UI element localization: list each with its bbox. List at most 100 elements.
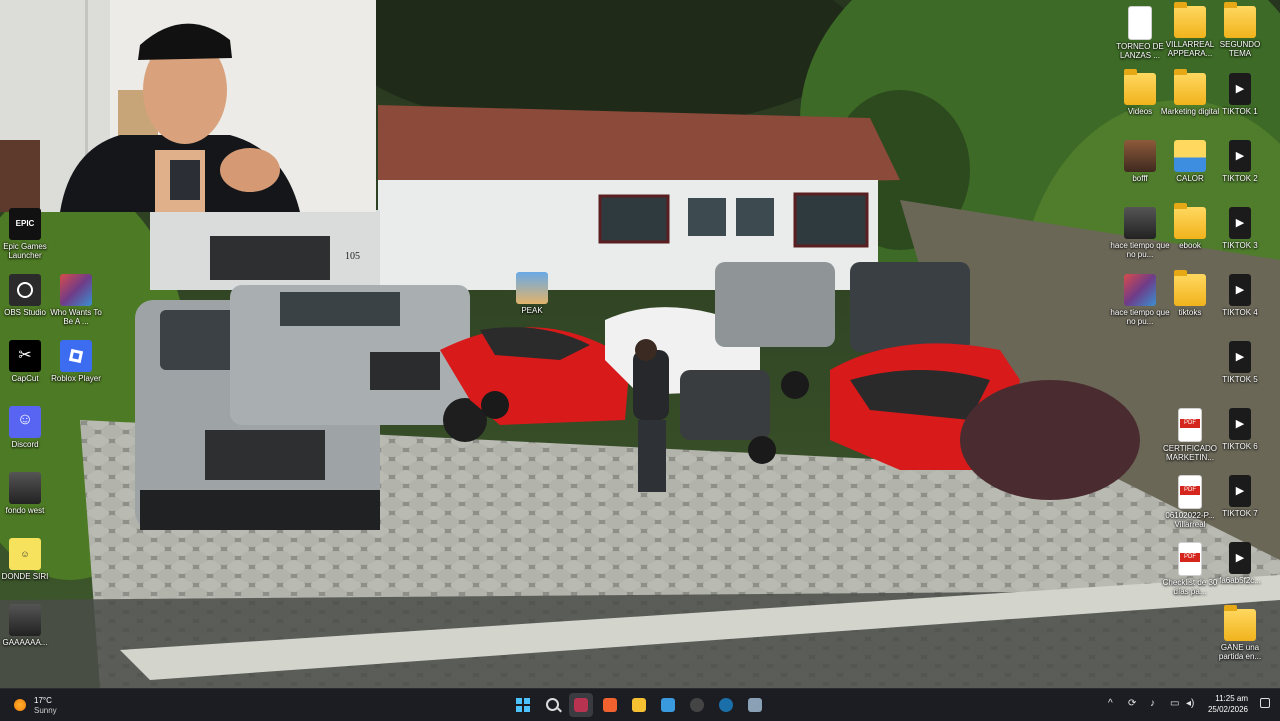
desktop-icon-label: Who Wants To Be A ... <box>50 308 102 326</box>
desktop-icon-label: GANE una partida en... <box>1218 643 1262 661</box>
tray-overflow-chevron[interactable]: ^ <box>1108 697 1113 711</box>
desktop-icon-peak[interactable]: PEAK <box>502 272 562 315</box>
obs-icon <box>9 274 41 306</box>
svg-text:105: 105 <box>345 251 360 262</box>
desktop-icon-tiktok-6[interactable]: TIKTOK 6 <box>1210 408 1270 451</box>
desktop-icon-label: TIKTOK 6 <box>1222 442 1258 451</box>
image-file-icon: ☺ <box>9 538 41 570</box>
desktop-icon-label: TIKTOK 2 <box>1222 174 1258 183</box>
desktop-icon-label: SEGUNDO TEMA <box>1219 40 1261 58</box>
desktop-icon-tiktok-4[interactable]: TIKTOK 4 <box>1210 274 1270 317</box>
desktop-icon-discord[interactable]: Discord <box>0 406 55 449</box>
capcut-icon: ✂ <box>9 340 41 372</box>
video-file-icon <box>1229 341 1251 373</box>
video-file-icon <box>1229 408 1251 440</box>
brave-icon <box>603 698 617 712</box>
desktop-icon-label: fondo west <box>5 506 45 515</box>
folder-icon <box>1224 605 1256 641</box>
sun-icon <box>14 699 26 711</box>
image-file-icon <box>1124 207 1156 239</box>
folder-icon <box>1224 2 1256 38</box>
taskbar-app-active[interactable] <box>569 693 593 717</box>
image-file-icon <box>9 472 41 504</box>
clock[interactable]: 11:25 am 25/02/2026 <box>1208 693 1248 715</box>
document-icon <box>1128 6 1152 40</box>
epic-games-icon: EPIC <box>9 208 41 240</box>
desktop-icon-label: PEAK <box>521 306 543 315</box>
desktop-icon-donde-siri[interactable]: ☺ DONDE SIRI <box>0 538 55 581</box>
roblox-icon <box>60 340 92 372</box>
folder-icon <box>632 698 646 712</box>
pdf-icon <box>1178 542 1202 576</box>
desktop-icon-gane-una-partida[interactable]: GANE una partida en... <box>1210 605 1270 661</box>
desktop-icon-tiktok-3[interactable]: TIKTOK 3 <box>1210 207 1270 250</box>
pdf-icon <box>1178 475 1202 509</box>
desktop-icon-label: DONDE SIRI <box>1 572 49 581</box>
search-icon <box>546 698 559 711</box>
discord-icon <box>9 406 41 438</box>
desktop-icon-segundo-tema[interactable]: SEGUNDO TEMA <box>1210 2 1270 58</box>
taskbar-app-obs[interactable] <box>685 693 709 717</box>
desktop-icon-epic-games[interactable]: EPIC Epic Games Launcher <box>0 208 55 260</box>
folder-icon <box>1124 69 1156 105</box>
image-file-icon <box>1124 140 1156 172</box>
video-file-icon <box>1229 207 1251 239</box>
desktop-icon-who-wants[interactable]: Who Wants To Be A ... <box>46 274 106 326</box>
desktop-icon-label: fa6ab5f2c... <box>1219 576 1261 585</box>
game-thumbnail-icon <box>60 274 92 306</box>
network-icon[interactable]: ▭ <box>1170 697 1179 711</box>
start-button[interactable] <box>511 693 535 717</box>
windows-start-icon <box>516 698 530 712</box>
desktop-icon-fa6ab5f2c[interactable]: fa6ab5f2c... <box>1210 542 1270 585</box>
app-icon <box>574 698 588 712</box>
microphone-icon[interactable]: ♪ <box>1150 697 1155 711</box>
desktop-icon-tiktok-1[interactable]: TIKTOK 1 <box>1210 73 1270 116</box>
desktop-icon-tiktok-2[interactable]: TIKTOK 2 <box>1210 140 1270 183</box>
peak-game-icon <box>516 272 548 304</box>
folder-icon <box>1174 270 1206 306</box>
taskbar-app-steam[interactable] <box>714 693 738 717</box>
video-file-icon <box>1229 274 1251 306</box>
image-file-icon <box>9 604 41 636</box>
clock-date: 25/02/2026 <box>1207 705 1248 714</box>
taskbar-app-other[interactable] <box>743 693 767 717</box>
desktop-icon-fondo-west[interactable]: fondo west <box>0 472 55 515</box>
clock-time: 11:25 am <box>1215 694 1248 703</box>
video-file-icon <box>1229 73 1251 105</box>
pdf-icon <box>1178 408 1202 442</box>
taskbar-app-store[interactable] <box>656 693 680 717</box>
store-icon <box>661 698 675 712</box>
desktop-icon-label: TIKTOK 3 <box>1222 241 1258 250</box>
desktop-icon-label: TIKTOK 4 <box>1222 308 1258 317</box>
webcam-overlay <box>0 0 376 212</box>
desktop-icon-label: Roblox Player <box>51 374 101 383</box>
weather-widget[interactable]: 17°C Sunny <box>10 694 90 716</box>
taskbar-app-brave[interactable] <box>598 693 622 717</box>
taskbar-app-explorer[interactable] <box>627 693 651 717</box>
desktop-icon-label: Epic Games Launcher <box>3 242 47 260</box>
taskbar: 17°C Sunny ^ ⟳ ♪ ▭ ◂) 11:25 am 25/02/202… <box>0 688 1280 721</box>
steam-icon <box>719 698 733 712</box>
desktop-icon-roblox[interactable]: Roblox Player <box>46 340 106 383</box>
desktop-icon-label: GAAAAAA... <box>2 638 48 647</box>
folder-icon <box>1174 69 1206 105</box>
notification-icon[interactable] <box>1260 698 1270 708</box>
desktop-icon-tiktok-7[interactable]: TIKTOK 7 <box>1210 475 1270 518</box>
volume-icon[interactable]: ◂) <box>1186 697 1194 711</box>
weather-condition: Sunny <box>34 706 57 715</box>
desktop-icon-label: Discord <box>11 440 39 449</box>
desktop-icon-tiktok-5[interactable]: TIKTOK 5 <box>1210 341 1270 384</box>
desktop-icon-gaaaaaa[interactable]: GAAAAAA... <box>0 604 55 647</box>
video-file-icon <box>1229 542 1251 574</box>
folder-icon <box>1174 203 1206 239</box>
search-button[interactable] <box>540 693 564 717</box>
desktop-icon-label: TIKTOK 7 <box>1222 509 1258 518</box>
obs-icon <box>690 698 704 712</box>
desktop-icon-label: TIKTOK 5 <box>1222 375 1258 384</box>
weather-temperature: 17°C <box>34 696 52 705</box>
tray-app-icon[interactable]: ⟳ <box>1128 697 1136 711</box>
image-file-icon <box>1124 274 1156 306</box>
desktop-icon-label: TIKTOK 1 <box>1222 107 1258 116</box>
folder-icon <box>1174 2 1206 38</box>
folder-icon <box>1174 140 1206 172</box>
